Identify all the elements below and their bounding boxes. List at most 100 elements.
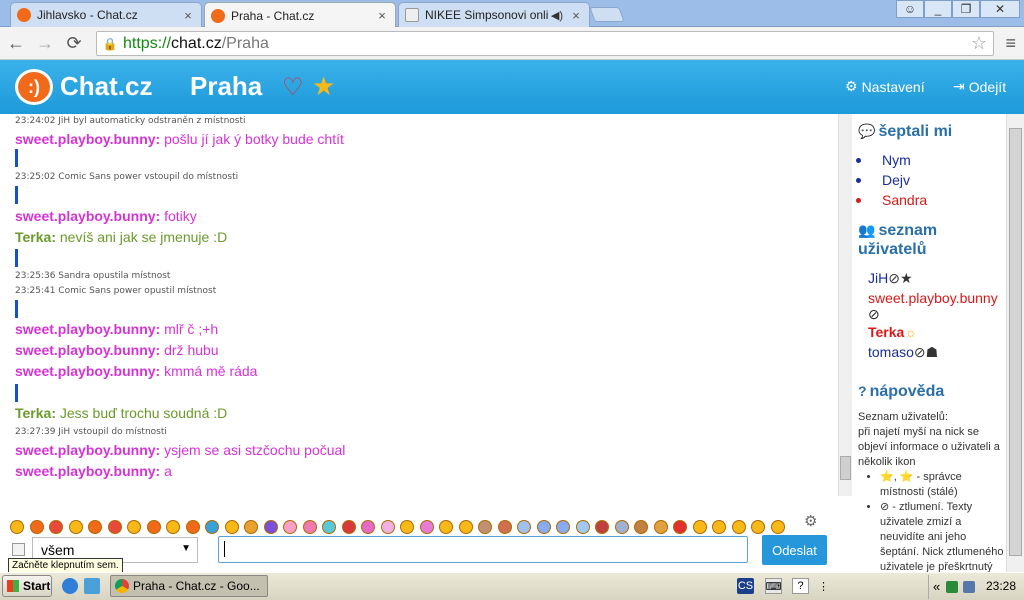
restore-icon[interactable]: ❐	[952, 0, 980, 18]
message-nick[interactable]: Terka:	[15, 405, 56, 421]
message-nick[interactable]: sweet.playboy.bunny:	[15, 363, 160, 379]
close-tab-icon[interactable]: ×	[181, 8, 195, 23]
show-desktop-icon[interactable]	[84, 578, 100, 594]
emoticon-icon[interactable]	[107, 520, 122, 534]
emoticon-icon[interactable]	[29, 520, 44, 534]
chat-logo-icon[interactable]: :)	[15, 69, 53, 105]
volume-icon[interactable]	[963, 581, 975, 593]
emoticon-icon[interactable]	[380, 520, 395, 534]
emoticon-icon[interactable]	[575, 520, 590, 534]
close-tab-icon[interactable]: ×	[569, 8, 583, 23]
ie-icon[interactable]	[62, 578, 78, 594]
emoticon-icon[interactable]	[146, 520, 161, 534]
back-icon[interactable]: ←	[3, 30, 29, 56]
keyboard-icon[interactable]: ⌨	[765, 578, 782, 594]
tab-jihlavsko[interactable]: Jihlavsko - Chat.cz ×	[10, 2, 202, 27]
whisper-item[interactable]: Nym	[856, 152, 911, 168]
emoticon-icon[interactable]	[419, 520, 434, 534]
language-indicator[interactable]: CS	[737, 578, 754, 594]
message-nick[interactable]: sweet.playboy.bunny:	[15, 442, 160, 458]
settings-link[interactable]: ⚙ Nastavení	[845, 78, 925, 95]
whisper-item[interactable]: Dejv	[856, 172, 910, 188]
emoticon-icon[interactable]	[692, 520, 707, 534]
address-bar[interactable]: 🔒 https://chat.cz/Praha ☆	[96, 31, 994, 56]
forward-icon[interactable]: →	[32, 30, 58, 56]
side-scroll-thumb[interactable]	[1009, 128, 1022, 556]
emoticon-icon[interactable]	[770, 520, 785, 534]
emoticon-icon[interactable]	[458, 520, 473, 534]
settings-label: Nastavení	[861, 78, 925, 95]
emoticon-icon[interactable]	[10, 520, 24, 534]
tray-expand-icon[interactable]: «	[933, 579, 940, 594]
minimize-icon[interactable]: _	[924, 0, 952, 18]
bookmark-star-icon[interactable]: ☆	[971, 33, 987, 54]
start-button[interactable]: Start	[2, 575, 52, 597]
emoticon-icon[interactable]	[751, 520, 765, 534]
send-button[interactable]: Odeslat	[762, 535, 827, 565]
emoticon-icon[interactable]	[49, 520, 63, 534]
message-nick[interactable]: Terka:	[15, 229, 56, 245]
options-icon[interactable]: ⋮	[815, 578, 832, 594]
close-tab-icon[interactable]: ×	[375, 8, 389, 23]
logout-link[interactable]: ⇥ Odejít	[953, 78, 1006, 95]
side-scrollbar[interactable]	[1006, 114, 1024, 572]
user-jih[interactable]: JiH⊘★	[868, 270, 913, 287]
emoticon-icon[interactable]	[68, 520, 83, 534]
tab-praha[interactable]: Praha - Chat.cz ×	[204, 2, 396, 28]
emoticon-icon[interactable]	[322, 520, 336, 534]
user-terka[interactable]: Terka☼	[868, 324, 917, 340]
star-icon[interactable]: ★	[312, 71, 335, 102]
emoticon-icon[interactable]	[361, 520, 375, 534]
emoticon-icon[interactable]	[614, 520, 629, 534]
site-logo[interactable]: Chat.cz	[60, 71, 152, 102]
heart-icon[interactable]: ♡	[282, 73, 304, 102]
message-nick[interactable]: sweet.playboy.bunny:	[15, 342, 160, 358]
emoticon-icon[interactable]	[88, 520, 102, 534]
emoticon-icon[interactable]	[205, 520, 219, 534]
user-icon[interactable]: ☺	[896, 0, 924, 18]
emoticon-icon[interactable]	[439, 520, 453, 534]
message-nick[interactable]: sweet.playboy.bunny:	[15, 463, 160, 479]
emoticon-icon[interactable]	[653, 520, 668, 534]
user-sweet-playboy-bunny[interactable]: sweet.playboy.bunny	[868, 290, 998, 306]
emoticon-icon[interactable]	[731, 520, 746, 534]
network-icon[interactable]	[946, 581, 958, 593]
tab-title: Praha - Chat.cz	[231, 8, 315, 23]
emoticon-icon[interactable]	[497, 520, 512, 534]
emoticon-icon[interactable]	[341, 520, 356, 534]
taskbar-chrome-window[interactable]: Praha - Chat.cz - Goo...	[110, 575, 268, 597]
message-nick[interactable]: sweet.playboy.bunny:	[15, 208, 160, 224]
emoticon-icon[interactable]	[517, 520, 531, 534]
message-nick[interactable]: sweet.playboy.bunny:	[15, 321, 160, 337]
emoticon-icon[interactable]	[400, 520, 414, 534]
emoticon-icon[interactable]	[536, 520, 551, 534]
emoticon-icon[interactable]	[283, 520, 297, 534]
tab-simpsonovi[interactable]: NIKEE Simpsonovi online ◀) ×	[398, 2, 590, 27]
whisper-item[interactable]: Sandra	[856, 192, 927, 208]
emoticon-icon[interactable]	[556, 520, 570, 534]
emoticon-icon[interactable]	[302, 520, 317, 534]
emoticon-icon[interactable]	[673, 520, 687, 534]
emoticon-icon[interactable]	[712, 520, 726, 534]
chat-scrollbar[interactable]	[838, 114, 852, 496]
emoticon-settings-gear-icon[interactable]: ⚙	[804, 512, 817, 530]
emoticon-icon[interactable]	[127, 520, 141, 534]
new-tab-button[interactable]	[589, 7, 625, 22]
emoticon-icon[interactable]	[263, 520, 278, 534]
chat-scroll-thumb[interactable]	[840, 456, 851, 480]
reload-icon[interactable]: ⟳	[61, 30, 87, 56]
message-nick[interactable]: sweet.playboy.bunny:	[15, 131, 160, 147]
emoticon-icon[interactable]	[478, 520, 492, 534]
emoticon-icon[interactable]	[224, 520, 239, 534]
emoticon-icon[interactable]	[166, 520, 180, 534]
emoticon-icon[interactable]	[244, 520, 258, 534]
private-checkbox[interactable]	[12, 543, 25, 556]
message-input[interactable]	[218, 536, 748, 563]
emoticon-icon[interactable]	[185, 520, 200, 534]
help-icon[interactable]: ?	[792, 578, 809, 594]
close-window-icon[interactable]: ✕	[980, 0, 1020, 18]
emoticon-icon[interactable]	[595, 520, 609, 534]
user-tomaso[interactable]: tomaso⊘☗	[868, 344, 938, 361]
emoticon-icon[interactable]	[634, 520, 648, 534]
browser-menu-icon[interactable]: ≡	[1005, 33, 1016, 54]
